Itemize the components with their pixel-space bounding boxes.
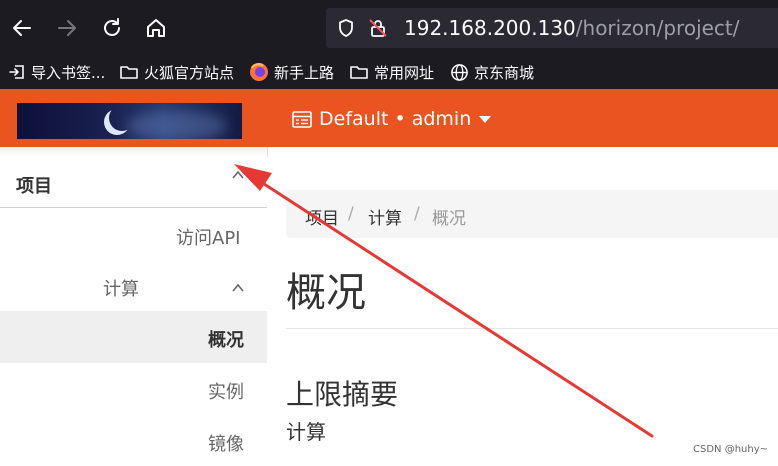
arrow-right-icon bbox=[58, 20, 76, 36]
logo-haze bbox=[127, 111, 227, 139]
sidebar-item-instances[interactable]: 实例 bbox=[208, 378, 244, 404]
back-button[interactable] bbox=[6, 12, 38, 44]
folder-icon bbox=[350, 66, 368, 79]
sidebar-group-compute[interactable]: 计算 bbox=[103, 275, 139, 301]
globe-icon bbox=[451, 63, 468, 81]
home-button[interactable] bbox=[140, 12, 172, 44]
browser-toolbar: 192.168.200.130/horizon/project/ bbox=[0, 0, 778, 55]
forward-button[interactable] bbox=[51, 12, 83, 44]
project-selector-dropdown[interactable]: Default • admin bbox=[292, 105, 492, 133]
folder-icon bbox=[120, 66, 138, 79]
project-selector-label: Default • admin bbox=[319, 108, 472, 130]
watermark: CSDN @huhy~ bbox=[693, 444, 768, 455]
limit-summary-heading: 上限摘要 bbox=[286, 378, 399, 411]
bookmark-label: 导入书签... bbox=[31, 63, 106, 82]
breadcrumb-item-overview: 概况 bbox=[432, 209, 466, 229]
sidebar-section-project[interactable]: 项目 bbox=[16, 172, 52, 198]
chevron-up-icon[interactable] bbox=[232, 277, 244, 298]
firefox-icon bbox=[250, 63, 268, 81]
sidebar-top-shadow bbox=[0, 147, 268, 157]
sidebar-divider bbox=[0, 207, 267, 208]
url-host: 192.168.200.130 bbox=[404, 16, 576, 40]
bookmark-common-sites[interactable]: 常用网址 bbox=[349, 61, 434, 83]
bookmark-label: 火狐官方站点 bbox=[144, 63, 235, 82]
breadcrumb: 项目 / 计算 / 概况 bbox=[286, 190, 778, 238]
page-title: 概况 bbox=[286, 270, 366, 316]
sidebar-item-api-access[interactable]: 访问API bbox=[176, 224, 240, 250]
bookmark-label: 京东商城 bbox=[474, 63, 535, 82]
moon-icon bbox=[109, 105, 135, 131]
sidebar-item-overview[interactable]: 概况 bbox=[208, 326, 244, 352]
bookmark-firefox-site[interactable]: 火狐官方站点 bbox=[119, 61, 234, 83]
sidebar-item-images[interactable]: 镜像 bbox=[208, 430, 244, 456]
url-path: /horizon/project/ bbox=[575, 16, 740, 40]
bookmarks-bar: 导入书签... 火狐官方站点 新手上路 常用网址 京东商城 bbox=[0, 55, 778, 89]
bookmark-jd[interactable]: 京东商城 bbox=[450, 61, 534, 83]
breadcrumb-item-project[interactable]: 项目 bbox=[305, 204, 339, 229]
url-text[interactable]: 192.168.200.130/horizon/project/ bbox=[404, 16, 740, 40]
bookmark-label: 新手上路 bbox=[274, 63, 335, 82]
breadcrumb-item-compute[interactable]: 计算 bbox=[368, 204, 402, 229]
compute-subheading: 计算 bbox=[286, 420, 326, 444]
insecure-lock-icon[interactable] bbox=[368, 18, 388, 38]
reload-icon bbox=[104, 18, 120, 36]
bookmark-label: 常用网址 bbox=[374, 63, 435, 82]
import-icon bbox=[9, 65, 24, 79]
breadcrumb-separator: / bbox=[348, 204, 354, 224]
project-list-icon bbox=[292, 110, 312, 128]
reload-button[interactable] bbox=[96, 12, 128, 44]
arrow-left-icon bbox=[13, 20, 31, 36]
home-icon bbox=[147, 19, 165, 37]
bookmark-getting-started[interactable]: 新手上路 bbox=[249, 61, 334, 83]
url-bar[interactable]: 192.168.200.130/horizon/project/ bbox=[326, 8, 778, 48]
title-divider bbox=[286, 328, 778, 329]
caret-down-icon bbox=[479, 115, 492, 123]
shield-icon[interactable] bbox=[336, 18, 356, 38]
breadcrumb-separator: / bbox=[414, 204, 420, 224]
chevron-up-icon[interactable] bbox=[232, 168, 244, 184]
bookmark-import[interactable]: 导入书签... bbox=[8, 61, 105, 83]
brand-logo[interactable] bbox=[17, 103, 242, 139]
